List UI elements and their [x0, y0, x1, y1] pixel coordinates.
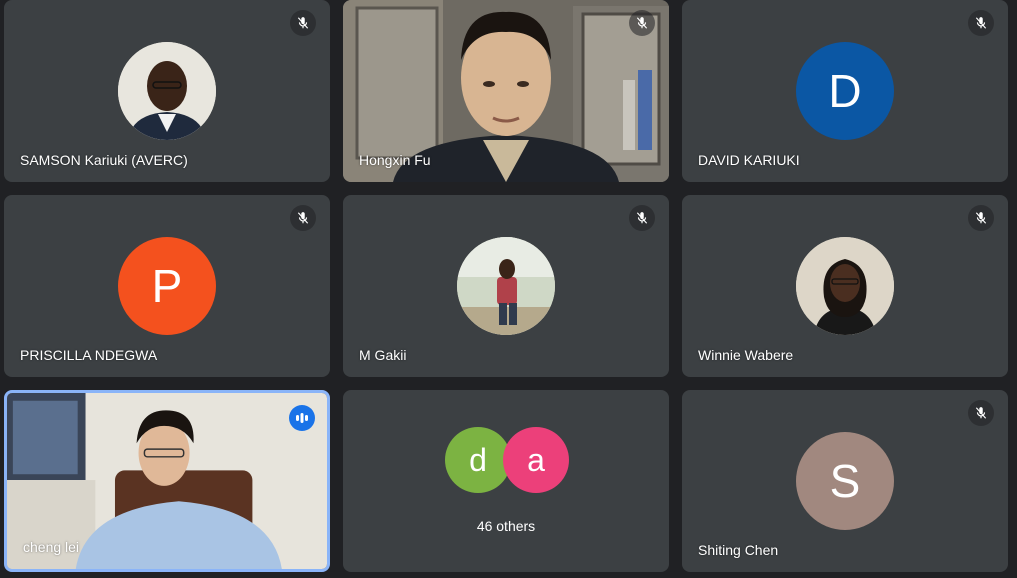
muted-icon: [290, 10, 316, 36]
other-avatar: d: [445, 427, 511, 493]
participant-name: PRISCILLA NDEGWA: [20, 347, 158, 363]
participant-tile-others[interactable]: d a 46 others: [343, 390, 669, 572]
avatar: [457, 237, 555, 335]
avatar: [796, 237, 894, 335]
muted-icon: [290, 205, 316, 231]
avatar: [118, 42, 216, 140]
avatar-initial: d: [469, 441, 487, 478]
participant-name: M Gakii: [359, 347, 407, 363]
participant-tile-david[interactable]: D DAVID KARIUKI: [682, 0, 1008, 182]
participant-grid: SAMSON Kariuki (AVERC) Hongxin Fu D DAVI…: [0, 0, 1017, 578]
other-avatar: a: [503, 427, 569, 493]
avatar-initial: a: [527, 441, 545, 478]
avatar-initial: D: [828, 65, 862, 117]
muted-icon: [629, 205, 655, 231]
participant-name: Hongxin Fu: [359, 152, 431, 168]
participant-name: cheng lei: [23, 539, 80, 555]
participant-tile-hongxin[interactable]: Hongxin Fu: [343, 0, 669, 182]
participant-name: Winnie Wabere: [698, 347, 794, 363]
muted-icon: [629, 10, 655, 36]
speaking-indicator-icon: [289, 405, 315, 431]
participant-tile-winnie[interactable]: Winnie Wabere: [682, 195, 1008, 377]
avatar-initial: P: [151, 260, 183, 312]
avatar: S: [796, 432, 894, 530]
participant-name: Shiting Chen: [698, 542, 779, 558]
avatar-initial: S: [829, 455, 861, 507]
participant-tile-priscilla[interactable]: P PRISCILLA NDEGWA: [4, 195, 330, 377]
avatar: D: [796, 42, 894, 140]
avatar: P: [118, 237, 216, 335]
muted-icon: [968, 205, 994, 231]
others-count: 46 others: [476, 518, 536, 534]
muted-icon: [968, 400, 994, 426]
participant-tile-cheng-lei[interactable]: cheng lei: [4, 390, 330, 572]
participant-tile-shiting[interactable]: S Shiting Chen: [682, 390, 1008, 572]
participant-name: DAVID KARIUKI: [698, 152, 800, 168]
muted-icon: [968, 10, 994, 36]
participant-tile-samson[interactable]: SAMSON Kariuki (AVERC): [4, 0, 330, 182]
participant-name: SAMSON Kariuki (AVERC): [20, 152, 188, 168]
participant-tile-m-gakii[interactable]: M Gakii: [343, 195, 669, 377]
